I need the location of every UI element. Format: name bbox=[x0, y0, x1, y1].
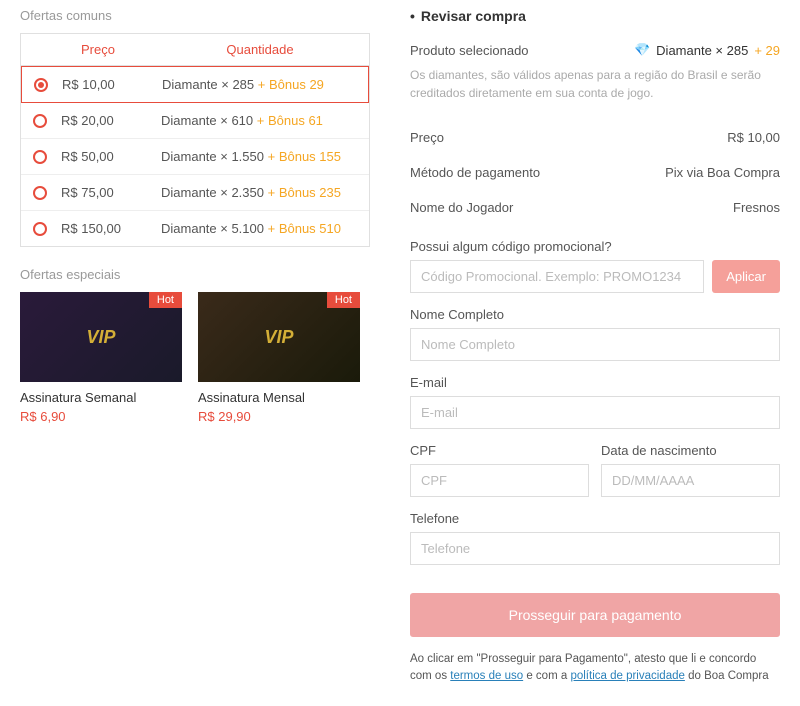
radio-icon bbox=[33, 114, 47, 128]
cpf-label: CPF bbox=[410, 443, 589, 458]
hot-badge: Hot bbox=[149, 292, 182, 308]
dob-label: Data de nascimento bbox=[601, 443, 780, 458]
vip-text: VIP bbox=[86, 327, 115, 348]
radio-icon bbox=[33, 222, 47, 236]
offer-qty: Diamante × 610 + Bônus 61 bbox=[161, 113, 323, 128]
summary-method: Método de pagamentoPix via Boa Compra bbox=[410, 155, 780, 190]
vip-text: VIP bbox=[264, 327, 293, 348]
product-row: Produto selecionado 💎 Diamante × 285 + 2… bbox=[410, 42, 780, 58]
offer-price: R$ 10,00 bbox=[62, 77, 162, 92]
review-title: •Revisar compra bbox=[410, 8, 780, 24]
offer-qty: Diamante × 1.550 + Bônus 155 bbox=[161, 149, 341, 164]
email-label: E-mail bbox=[410, 375, 780, 390]
offer-row[interactable]: R$ 150,00 Diamante × 5.100 + Bônus 510 bbox=[21, 211, 369, 246]
special-card[interactable]: VIP Hot Assinatura Semanal R$ 6,90 bbox=[20, 292, 182, 424]
offer-qty: Diamante × 5.100 + Bônus 510 bbox=[161, 221, 341, 236]
promo-label: Possui algum código promocional? bbox=[410, 239, 780, 254]
fullname-input[interactable] bbox=[410, 328, 780, 361]
product-note: Os diamantes, são válidos apenas para a … bbox=[410, 66, 780, 102]
offers-table: Preço Quantidade R$ 10,00 Diamante × 285… bbox=[20, 33, 370, 247]
diamond-icon: 💎 bbox=[634, 42, 650, 58]
radio-icon bbox=[33, 186, 47, 200]
product-bonus: + 29 bbox=[754, 43, 780, 58]
radio-icon bbox=[34, 78, 48, 92]
cpf-input[interactable] bbox=[410, 464, 589, 497]
summary-player: Nome do JogadorFresnos bbox=[410, 190, 780, 225]
special-offers-title: Ofertas especiais bbox=[20, 267, 370, 282]
apply-button[interactable]: Aplicar bbox=[712, 260, 780, 293]
offer-row[interactable]: R$ 75,00 Diamante × 2.350 + Bônus 235 bbox=[21, 175, 369, 211]
phone-label: Telefone bbox=[410, 511, 780, 526]
card-price: R$ 29,90 bbox=[198, 409, 360, 424]
offer-price: R$ 75,00 bbox=[61, 185, 161, 200]
special-card[interactable]: VIP Hot Assinatura Mensal R$ 29,90 bbox=[198, 292, 360, 424]
email-input[interactable] bbox=[410, 396, 780, 429]
hot-badge: Hot bbox=[327, 292, 360, 308]
card-title: Assinatura Mensal bbox=[198, 390, 360, 405]
dob-input[interactable] bbox=[601, 464, 780, 497]
offer-price: R$ 150,00 bbox=[61, 221, 161, 236]
header-qty: Quantidade bbox=[163, 42, 357, 57]
product-base: Diamante × 285 bbox=[656, 43, 748, 58]
offer-row[interactable]: R$ 50,00 Diamante × 1.550 + Bônus 155 bbox=[21, 139, 369, 175]
offers-header: Preço Quantidade bbox=[21, 34, 369, 66]
card-image: VIP Hot bbox=[20, 292, 182, 382]
disclaimer: Ao clicar em "Prosseguir para Pagamento"… bbox=[410, 651, 780, 686]
common-offers-title: Ofertas comuns bbox=[20, 8, 370, 23]
proceed-button[interactable]: Prosseguir para pagamento bbox=[410, 593, 780, 637]
card-image: VIP Hot bbox=[198, 292, 360, 382]
offer-price: R$ 20,00 bbox=[61, 113, 161, 128]
offer-price: R$ 50,00 bbox=[61, 149, 161, 164]
privacy-link[interactable]: política de privacidade bbox=[570, 670, 684, 682]
phone-input[interactable] bbox=[410, 532, 780, 565]
card-price: R$ 6,90 bbox=[20, 409, 182, 424]
fullname-label: Nome Completo bbox=[410, 307, 780, 322]
summary-price: PreçoR$ 10,00 bbox=[410, 120, 780, 155]
product-label: Produto selecionado bbox=[410, 43, 529, 58]
terms-link[interactable]: termos de uso bbox=[450, 670, 523, 682]
offer-qty: Diamante × 285 + Bônus 29 bbox=[162, 77, 324, 92]
radio-icon bbox=[33, 150, 47, 164]
card-title: Assinatura Semanal bbox=[20, 390, 182, 405]
offer-qty: Diamante × 2.350 + Bônus 235 bbox=[161, 185, 341, 200]
offer-row[interactable]: R$ 20,00 Diamante × 610 + Bônus 61 bbox=[21, 103, 369, 139]
offer-row[interactable]: R$ 10,00 Diamante × 285 + Bônus 29 bbox=[21, 66, 369, 103]
promo-input[interactable] bbox=[410, 260, 704, 293]
header-price: Preço bbox=[33, 42, 163, 57]
